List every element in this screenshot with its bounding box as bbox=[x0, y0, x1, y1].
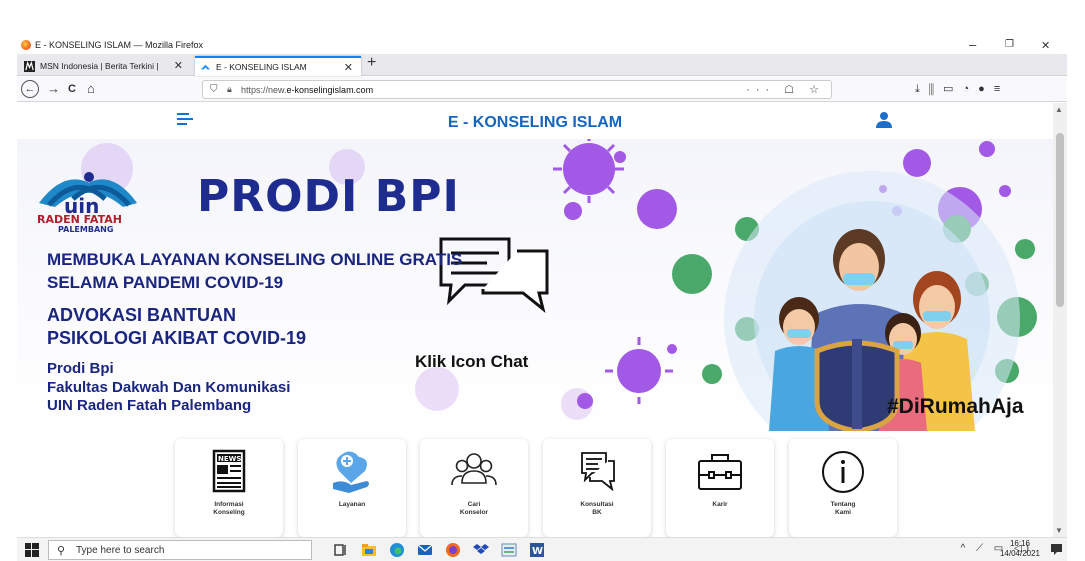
navigation-bar: ← → C ⌂ ⛉ 🔒︎ https://new.e-konselingisla… bbox=[17, 77, 1067, 102]
service-card-informasi-konseling[interactable]: NEWS Informasi Konseling bbox=[175, 439, 283, 537]
search-icon: ⚲ bbox=[57, 545, 66, 557]
notification-icon[interactable] bbox=[1050, 543, 1063, 556]
url-bar[interactable]: ⛉ 🔒︎ https://new.e-konselingislam.com ··… bbox=[202, 80, 832, 99]
tab-label: MSN Indonesia | Berita Terkini | bbox=[40, 61, 159, 71]
newspaper-icon: NEWS bbox=[212, 449, 246, 493]
taskbar-search-box[interactable]: ⚲ Type here to search bbox=[48, 540, 312, 560]
scroll-down-icon[interactable]: ▼ bbox=[1055, 526, 1063, 535]
care-hand-icon bbox=[333, 451, 369, 493]
hashtag-label: #DiRumahAja bbox=[887, 395, 1024, 418]
desktop-screen: E - KONSELING ISLAM — Mozilla Firefox – … bbox=[0, 0, 1085, 561]
lock-icon[interactable]: 🔒︎ bbox=[227, 84, 232, 95]
url-text[interactable]: https://new.e-konselingislam.com bbox=[241, 85, 373, 95]
chat-cta-label[interactable]: Klik Icon Chat bbox=[415, 352, 528, 372]
people-group-icon bbox=[451, 453, 497, 486]
tab-strip: MSN Indonesia | Berita Terkini | ✕ E - K… bbox=[17, 54, 1067, 76]
firefox-taskbar-icon[interactable] bbox=[445, 542, 461, 558]
info-icon bbox=[822, 451, 864, 493]
hero-line-1: MEMBUKA LAYANAN KONSELING ONLINE GRATIS bbox=[47, 250, 463, 269]
services-row: NEWS Informasi Konseling Layanan Cari Ko… bbox=[17, 439, 1053, 537]
page-viewport: E - KONSELING ISLAM uin RADEN FATAH PALE… bbox=[17, 103, 1067, 537]
window-title: E - KONSELING ISLAM — Mozilla Firefox bbox=[35, 40, 204, 50]
service-label: Tentang Kami bbox=[830, 501, 856, 516]
sticky-app-icon[interactable] bbox=[501, 542, 517, 558]
toolbar-right-icons[interactable]: ⤓ ⫼ ▭ ◔ ● ≡ bbox=[915, 81, 1003, 97]
hero-banner: uin RADEN FATAH PALEMBANG PRODI BPI MEMB… bbox=[17, 139, 1053, 431]
site-title: E - KONSELING ISLAM bbox=[447, 114, 623, 131]
service-card-cari-konselor[interactable]: Cari Konselor bbox=[420, 439, 528, 537]
close-tab-icon[interactable]: ✕ bbox=[344, 61, 353, 74]
svg-text:W: W bbox=[532, 546, 543, 557]
site-header: E - KONSELING ISLAM bbox=[17, 103, 1053, 139]
dropbox-icon[interactable] bbox=[473, 542, 489, 558]
task-view-icon[interactable] bbox=[333, 542, 349, 558]
windows-start-icon[interactable] bbox=[25, 543, 39, 557]
hero-line-3: ADVOKASI BANTUAN bbox=[47, 305, 236, 325]
service-card-konsultasi-bk[interactable]: Konsultasi BK bbox=[543, 439, 651, 537]
tab-msn[interactable]: MSN Indonesia | Berita Terkini | ✕ bbox=[19, 56, 191, 76]
minimize-button[interactable]: – bbox=[969, 37, 976, 52]
firefox-logo-icon bbox=[21, 40, 31, 50]
svg-text:NEWS: NEWS bbox=[218, 455, 241, 463]
chat-bubbles-icon bbox=[581, 452, 615, 492]
back-button[interactable]: ← bbox=[21, 80, 39, 98]
service-card-tentang-kami[interactable]: Tentang Kami bbox=[789, 439, 897, 537]
tracking-shield-icon[interactable]: ⛉ bbox=[210, 84, 218, 95]
scroll-up-icon[interactable]: ▲ bbox=[1055, 105, 1063, 114]
window-title-bar: E - KONSELING ISLAM — Mozilla Firefox – … bbox=[17, 36, 1067, 54]
taskbar-clock[interactable]: 16:16 14/04/2021 bbox=[996, 539, 1044, 559]
reload-button[interactable]: C bbox=[68, 81, 76, 97]
service-card-karir[interactable]: Karir bbox=[666, 439, 774, 537]
page-scrollbar[interactable]: ▲ ▼ bbox=[1053, 103, 1067, 537]
msn-favicon-icon bbox=[24, 60, 35, 72]
service-label: Karir bbox=[712, 501, 728, 508]
hero-line-4: PSIKOLOGI AKIBAT COVID-19 bbox=[47, 328, 307, 348]
uin-logo-sub: PALEMBANG bbox=[58, 225, 114, 234]
clock-date: 14/04/2021 bbox=[999, 549, 1041, 558]
clock-time: 16:16 bbox=[1009, 539, 1031, 548]
new-tab-button[interactable]: + bbox=[367, 54, 376, 72]
hero-line-7: UIN Raden Fatah Palembang bbox=[47, 397, 252, 414]
forward-button[interactable]: → bbox=[47, 81, 60, 97]
service-card-layanan[interactable]: Layanan bbox=[298, 439, 406, 537]
user-icon[interactable] bbox=[875, 111, 893, 129]
service-label: Cari Konselor bbox=[459, 501, 489, 516]
tab-label: E - KONSELING ISLAM bbox=[216, 62, 307, 72]
hero-heading: PRODI BPI bbox=[197, 171, 460, 222]
close-window-button[interactable]: ✕ bbox=[1041, 39, 1050, 52]
search-placeholder: Type here to search bbox=[76, 545, 165, 556]
word-app-icon[interactable]: W bbox=[529, 542, 545, 558]
tab-e-konseling[interactable]: E - KONSELING ISLAM ✕ bbox=[195, 56, 361, 76]
briefcase-icon bbox=[698, 454, 742, 490]
mail-icon[interactable] bbox=[417, 542, 433, 558]
close-tab-icon[interactable]: ✕ bbox=[174, 59, 183, 72]
home-button[interactable]: ⌂ bbox=[87, 81, 95, 97]
windows-taskbar: ⚲ Type here to search W ^ ⟋ ▭ ◁) 16:16 1… bbox=[17, 537, 1067, 561]
restore-button[interactable]: ❐ bbox=[1005, 39, 1014, 50]
file-explorer-icon[interactable] bbox=[361, 542, 377, 558]
edge-browser-icon[interactable] bbox=[389, 542, 405, 558]
uin-favicon-icon bbox=[200, 64, 211, 69]
hero-line-5: Prodi Bpi bbox=[47, 360, 114, 377]
scrollbar-thumb[interactable] bbox=[1056, 133, 1064, 307]
service-label: Layanan bbox=[338, 501, 366, 508]
hero-line-2: SELAMA PANDEMI COVID-19 bbox=[47, 273, 284, 292]
hero-line-6: Fakultas Dakwah Dan Komunikasi bbox=[47, 379, 291, 396]
page-actions[interactable]: ··· ☖ ☆ bbox=[746, 83, 825, 96]
service-label: Konsultasi BK bbox=[580, 501, 614, 516]
service-label: Informasi Konseling bbox=[213, 501, 245, 516]
